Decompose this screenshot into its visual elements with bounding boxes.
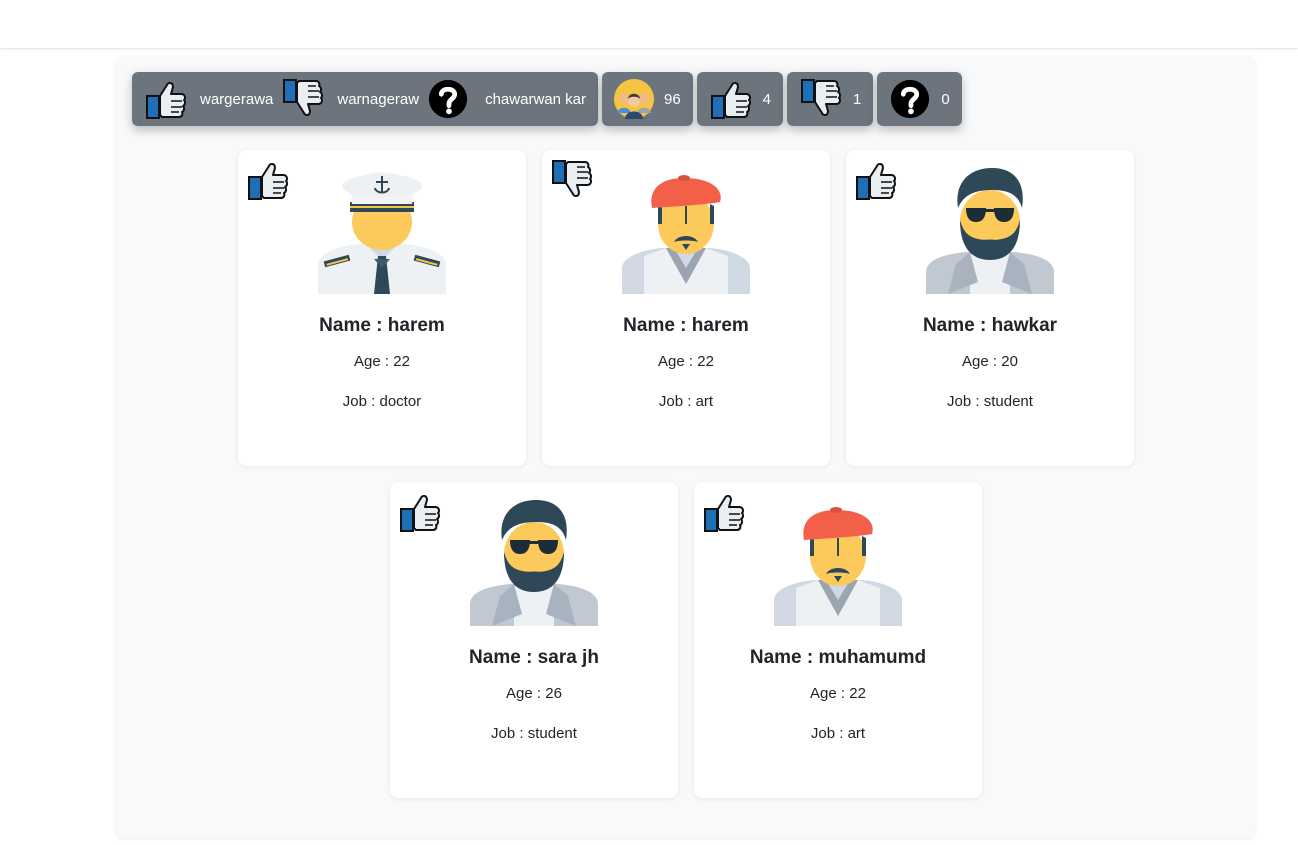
person-job: Job : doctor <box>342 393 422 410</box>
top-navbar <box>0 0 1298 49</box>
legend-unknown-label: chawarwan kar <box>485 90 586 108</box>
person-age: Age : 22 <box>810 685 866 702</box>
legend-like-label: wargerawa <box>200 90 274 108</box>
person-age: Age : 22 <box>658 353 714 370</box>
thumbs-up-icon[interactable] <box>854 158 898 202</box>
likes-count: 4 <box>762 90 772 108</box>
thumbs-up-icon[interactable] <box>246 158 290 202</box>
person-name: Name : sara jh <box>469 647 599 668</box>
person-card[interactable]: Name : harem Age : 22 Job : doctor <box>238 150 526 466</box>
dislikes-count: 1 <box>853 90 862 108</box>
thumbs-down-icon[interactable] <box>550 158 594 202</box>
thumbs-up-icon <box>709 77 753 121</box>
total-count-button[interactable]: 96 <box>601 72 693 126</box>
person-job: Job : student <box>491 725 577 742</box>
person-card[interactable]: Name : hawkar Age : 20 Job : student <box>846 150 1134 466</box>
likes-count-button[interactable]: 4 <box>696 72 784 126</box>
avatar-hipster <box>926 164 1054 294</box>
person-job: Job : student <box>947 393 1033 410</box>
toolbar: wargerawa warnageraw chawarwan kar 96 4 … <box>132 72 962 126</box>
people-icon <box>614 79 654 119</box>
person-card[interactable]: Name : harem Age : 22 Job : art <box>542 150 830 466</box>
person-name: Name : muhamumd <box>749 647 927 668</box>
unknown-count: 0 <box>941 90 950 108</box>
avatar-beret <box>622 164 750 294</box>
person-card[interactable]: Name : muhamumd Age : 22 Job : art <box>694 482 982 798</box>
person-name: Name : harem <box>319 315 445 336</box>
question-icon <box>889 78 931 120</box>
person-name: Name : hawkar <box>922 315 1058 336</box>
question-icon <box>427 78 469 120</box>
person-name: Name : harem <box>623 315 749 336</box>
legend-button[interactable]: wargerawa warnageraw chawarwan kar <box>132 72 598 126</box>
dislikes-count-button[interactable]: 1 <box>787 72 874 126</box>
person-job: Job : art <box>658 393 714 410</box>
total-count: 96 <box>663 90 681 108</box>
person-card[interactable]: Name : sara jh Age : 26 Job : student <box>390 482 678 798</box>
avatar-captain <box>318 164 446 294</box>
avatar-beret <box>774 496 902 626</box>
thumbs-up-icon <box>144 77 188 121</box>
person-age: Age : 26 <box>506 685 562 702</box>
unknown-count-button[interactable]: 0 <box>877 72 962 126</box>
thumbs-up-icon[interactable] <box>702 490 746 534</box>
avatar-hipster <box>470 496 598 626</box>
thumbs-down-icon <box>281 77 325 121</box>
thumbs-up-icon[interactable] <box>398 490 442 534</box>
thumbs-down-icon <box>799 77 843 121</box>
person-age: Age : 22 <box>354 353 410 370</box>
legend-dislike-label: warnageraw <box>337 90 420 108</box>
person-age: Age : 20 <box>962 353 1018 370</box>
person-job: Job : art <box>810 725 866 742</box>
